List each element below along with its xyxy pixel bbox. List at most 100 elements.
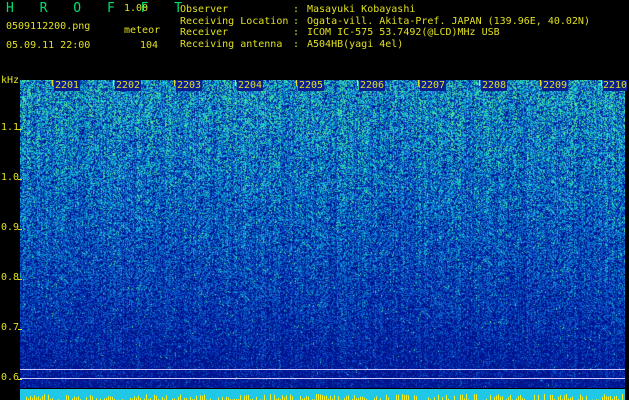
signal-spike — [402, 394, 403, 400]
signal-spike — [44, 394, 45, 400]
signal-spike — [398, 394, 399, 400]
signal-spike — [396, 394, 397, 400]
info-row-location: Receiving Location: Ogata-vill. Akita-Pr… — [180, 15, 590, 27]
signal-spike — [462, 394, 463, 400]
signal-spike — [154, 394, 155, 400]
info-key: Receiver — [180, 27, 229, 38]
time-label-2209: 2209 — [542, 80, 569, 91]
time-label-2210: 2210 — [603, 80, 628, 91]
signal-spike — [552, 395, 553, 400]
time-label-2201: 2201 — [54, 80, 81, 91]
signal-spike — [566, 394, 567, 400]
signal-spike — [146, 394, 147, 400]
y-tick-label-0-9: 0.9 — [1, 222, 20, 233]
signal-spike — [334, 395, 335, 400]
signal-spike — [500, 396, 501, 400]
signal-spike — [348, 395, 349, 400]
signal-spike — [326, 395, 327, 400]
signal-spike — [38, 396, 39, 400]
signal-spike — [316, 394, 317, 400]
signal-spike — [196, 395, 197, 400]
signal-spike — [320, 394, 321, 400]
time-label-2202: 2202 — [115, 80, 142, 91]
signal-spike — [78, 396, 79, 400]
signal-spike — [264, 394, 265, 400]
signal-spike — [560, 395, 561, 400]
signal-spike — [550, 394, 551, 400]
signal-spike — [534, 394, 535, 400]
frequency-unit-label: kHz — [1, 75, 20, 86]
signal-spike — [42, 396, 43, 400]
signal-spike — [614, 396, 615, 400]
signal-spike — [438, 394, 439, 400]
y-tick — [18, 329, 22, 330]
signal-spike — [306, 396, 307, 400]
info-key: Observer — [180, 4, 229, 15]
station-info: Observer: Masayuki Kobayashi Receiving L… — [180, 4, 590, 50]
signal-spike — [330, 395, 331, 400]
signal-spike — [246, 395, 247, 400]
signal-spike — [274, 394, 275, 400]
signal-spike — [324, 396, 325, 400]
signal-spike — [416, 396, 417, 400]
signal-spike — [518, 396, 519, 400]
time-tick — [235, 80, 236, 86]
signal-spike — [580, 394, 581, 400]
signal-spike — [180, 394, 181, 400]
time-tick — [418, 80, 419, 86]
signal-spike — [110, 396, 111, 400]
signal-spike — [466, 394, 467, 400]
y-tick-label-1-1: 1.1 — [1, 122, 20, 133]
signal-spike — [460, 394, 461, 400]
signal-spike — [30, 395, 31, 400]
spectrogram-canvas — [20, 80, 625, 388]
time-tick — [174, 80, 175, 86]
signal-spike — [74, 396, 75, 400]
signal-spike — [362, 396, 363, 400]
signal-spike — [202, 395, 203, 400]
reference-line — [20, 369, 625, 370]
info-value: ICOM IC-575 53.7492(@LCD)MHz USB — [307, 27, 500, 38]
time-tick — [113, 80, 114, 86]
time-tick — [479, 80, 480, 86]
header-panel: H R O F F T 1.00 0509112200.png 05.09.11… — [0, 0, 629, 78]
info-value: Ogata-vill. Akita-Pref. JAPAN (139.96E, … — [307, 15, 590, 27]
y-tick — [18, 279, 22, 280]
y-tick-label-1-0: 1.0 — [1, 172, 20, 183]
y-tick — [18, 229, 22, 230]
signal-spike — [446, 395, 447, 400]
signal-spike — [406, 394, 407, 400]
time-tick — [296, 80, 297, 86]
version-label: 1.00 — [124, 3, 149, 14]
signal-spike — [48, 394, 49, 400]
signal-spike — [360, 396, 361, 400]
time-label-2206: 2206 — [359, 80, 386, 91]
time-label-2204: 2204 — [237, 80, 264, 91]
spectrogram-plot — [20, 80, 625, 388]
signal-spike — [292, 396, 293, 400]
signal-spike — [622, 394, 623, 400]
filename-label: 0509112200.png — [6, 21, 91, 32]
signal-spike — [498, 394, 499, 400]
signal-spike — [502, 396, 503, 400]
signal-spike — [376, 396, 377, 400]
signal-spike — [318, 394, 319, 400]
signal-spike — [510, 394, 511, 400]
signal-spike — [68, 395, 69, 400]
signal-spike — [520, 395, 521, 400]
time-label-2205: 2205 — [298, 80, 325, 91]
signal-spike — [608, 396, 609, 400]
time-label-2207: 2207 — [420, 80, 447, 91]
time-tick — [52, 80, 53, 86]
signal-spike — [90, 395, 91, 400]
signal-spike — [138, 395, 139, 400]
signal-spike — [338, 396, 339, 400]
signal-spike — [308, 396, 309, 400]
info-row-observer: Observer: Masayuki Kobayashi — [180, 4, 416, 15]
reference-line — [20, 378, 625, 379]
signal-spike — [386, 394, 387, 400]
signal-spike — [414, 395, 415, 400]
signal-spike — [408, 395, 409, 400]
signal-spike — [586, 395, 587, 400]
app-logo: H R O F F T — [6, 1, 192, 16]
